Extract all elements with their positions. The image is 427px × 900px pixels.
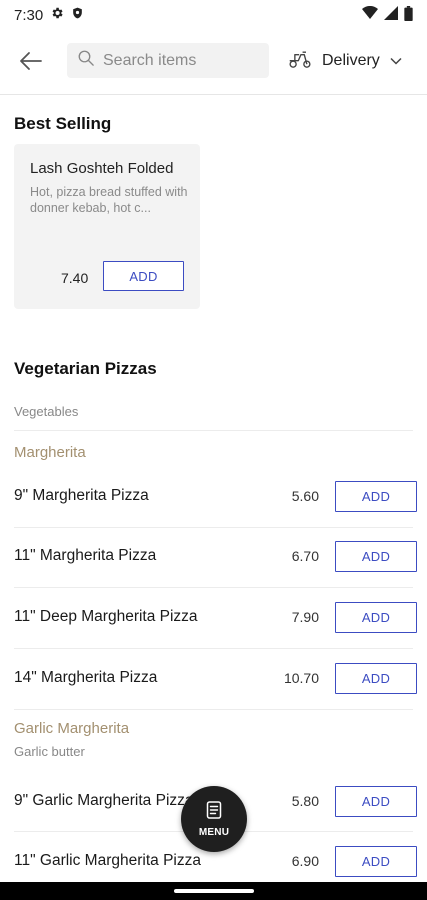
best-item-add-button[interactable]: ADD — [103, 261, 184, 291]
menu-fab-button[interactable]: MENU — [181, 786, 247, 852]
back-button[interactable] — [16, 48, 46, 78]
divider — [14, 709, 413, 710]
item-name: 14" Margherita Pizza — [14, 669, 158, 686]
best-item-price: 7.40 — [61, 270, 89, 286]
item-price: 6.70 — [291, 548, 319, 564]
search-input[interactable] — [103, 51, 263, 70]
signal-icon — [384, 6, 398, 24]
item-name: 9" Margherita Pizza — [14, 487, 149, 504]
add-button[interactable]: ADD — [335, 846, 417, 877]
best-selling-title: Best Selling — [14, 114, 112, 133]
search-box[interactable] — [67, 43, 269, 78]
status-bar: 7:30 — [0, 0, 427, 30]
status-time: 7:30 — [14, 6, 44, 24]
arrow-left-icon — [19, 51, 43, 76]
item-price: 5.60 — [291, 488, 319, 504]
item-name: 11" Deep Margherita Pizza — [14, 608, 198, 625]
menu-item-row[interactable]: 11" Margherita Pizza 6.70 ADD — [0, 527, 427, 587]
add-button[interactable]: ADD — [335, 602, 417, 633]
add-button[interactable]: ADD — [335, 541, 417, 572]
top-bar: Delivery — [0, 30, 427, 95]
item-price: 10.70 — [283, 670, 319, 686]
menu-item-row[interactable]: 14" Margherita Pizza 10.70 ADD — [0, 649, 427, 709]
menu-fab-label: MENU — [198, 826, 230, 838]
search-icon — [77, 49, 95, 72]
add-button[interactable]: ADD — [335, 481, 417, 512]
best-item-description: Hot, pizza bread stuffed with donner keb… — [30, 185, 188, 215]
menu-content[interactable]: Best Selling Lash Goshteh Folded Hot, pi… — [0, 96, 427, 882]
item-name: 9" Garlic Margherita Pizza — [14, 792, 194, 809]
group-label-garlic-margherita: Garlic Margherita — [14, 720, 130, 737]
menu-item-row[interactable]: 9" Margherita Pizza 5.60 ADD — [0, 467, 427, 527]
item-name: 11" Margherita Pizza — [14, 547, 157, 564]
best-selling-card[interactable]: Lash Goshteh Folded Hot, pizza bread stu… — [14, 144, 200, 309]
item-price: 7.90 — [291, 609, 319, 625]
add-button[interactable]: ADD — [335, 663, 417, 694]
vegetarian-subtitle: Vegetables — [14, 404, 79, 419]
vegetarian-title: Vegetarian Pizzas — [14, 359, 157, 378]
item-price: 5.80 — [291, 793, 319, 809]
battery-icon — [404, 5, 413, 25]
menu-item-row[interactable]: 11" Deep Margherita Pizza 7.90 ADD — [0, 588, 427, 648]
delivery-selector[interactable]: Delivery — [288, 48, 402, 74]
group-label-margherita: Margherita — [14, 444, 86, 461]
scooter-icon — [288, 49, 312, 74]
divider — [14, 430, 413, 431]
settings-gear-icon — [50, 6, 64, 24]
system-nav-bar — [0, 882, 427, 900]
home-gesture-handle[interactable] — [174, 889, 254, 893]
item-name: 11" Garlic Margherita Pizza — [14, 852, 201, 869]
item-price: 6.90 — [291, 853, 319, 869]
add-button[interactable]: ADD — [335, 786, 417, 817]
chevron-down-icon — [390, 52, 402, 70]
group-description: Garlic butter — [14, 744, 85, 759]
best-item-name: Lash Goshteh Folded — [30, 160, 174, 177]
wifi-icon — [362, 5, 378, 24]
delivery-label: Delivery — [322, 52, 380, 69]
menu-doc-icon — [206, 800, 222, 824]
shield-icon — [71, 6, 84, 24]
